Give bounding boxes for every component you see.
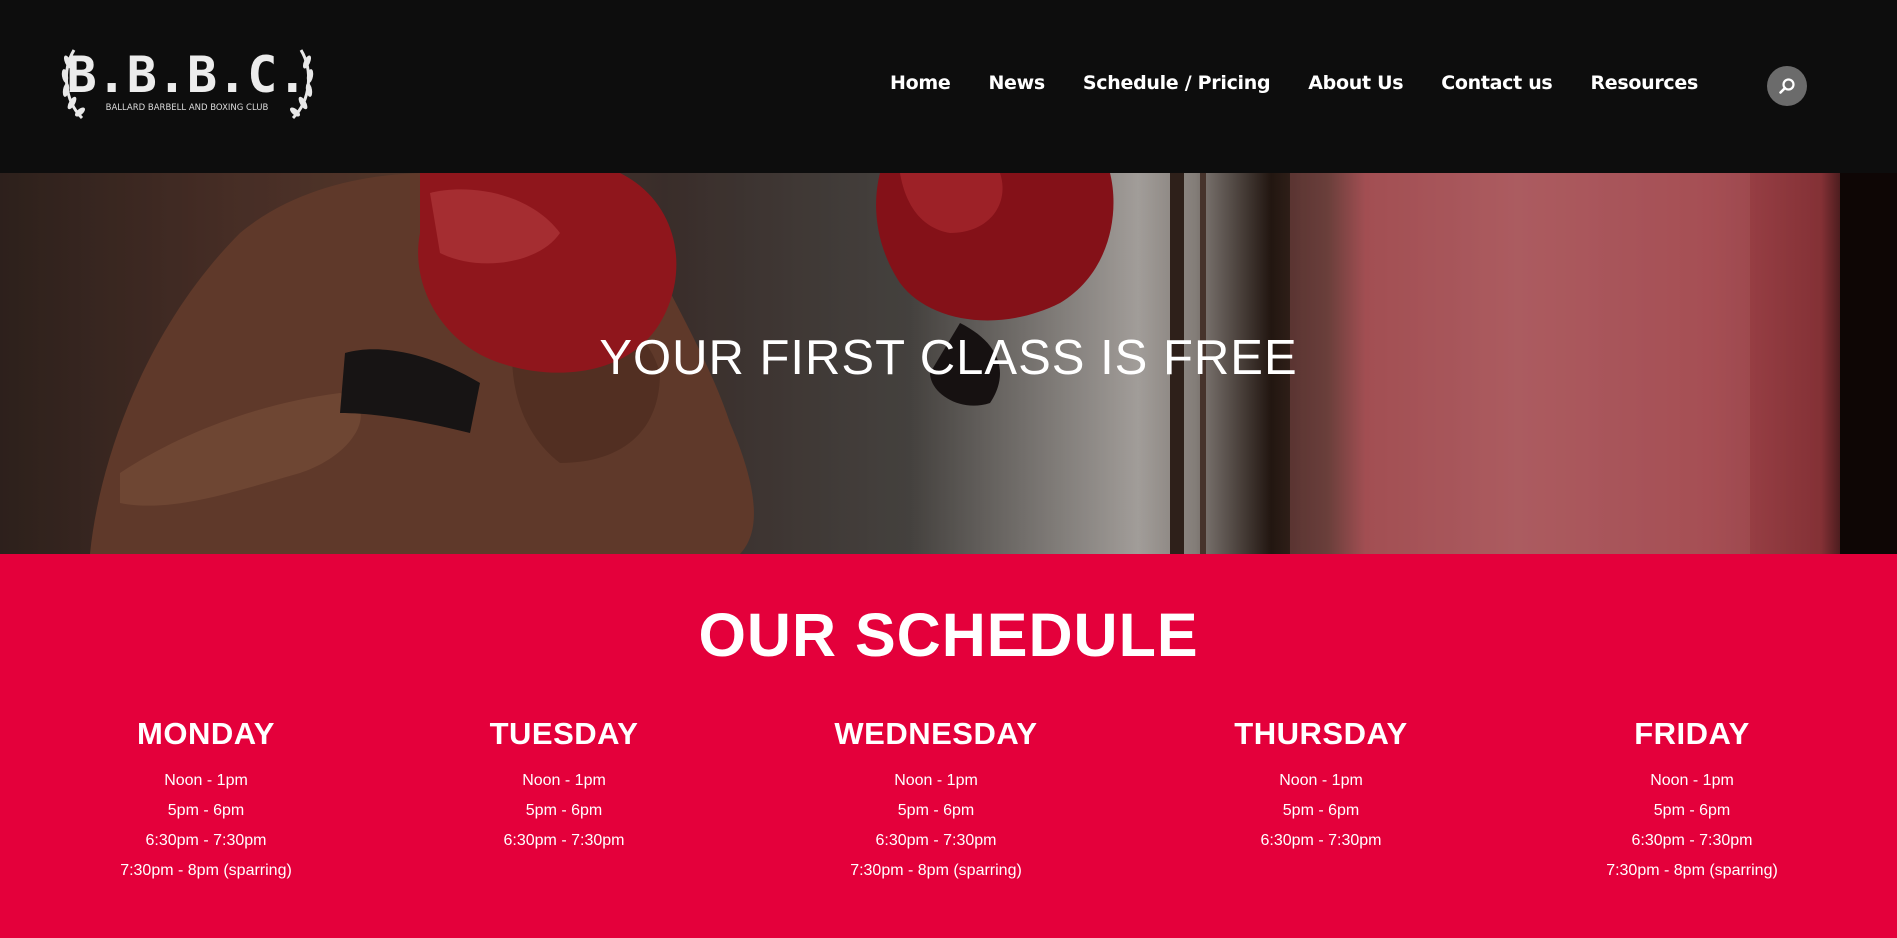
day-title: WEDNESDAY	[834, 716, 1038, 751]
search-icon	[1779, 78, 1795, 94]
nav-about-us[interactable]: About Us	[1308, 72, 1403, 94]
time-slot: Noon - 1pm	[1279, 772, 1363, 789]
day-title: MONDAY	[137, 716, 275, 751]
time-slot: Noon - 1pm	[522, 772, 606, 789]
time-slot: 6:30pm - 7:30pm	[503, 832, 625, 849]
time-slot: 5pm - 6pm	[897, 802, 975, 819]
nav-news[interactable]: News	[988, 72, 1045, 94]
time-slot: Noon - 1pm	[1650, 772, 1734, 789]
nav-contact-us[interactable]: Contact us	[1441, 72, 1553, 94]
hero-banner: YOUR FIRST CLASS IS FREE	[0, 173, 1897, 554]
time-slot: 7:30pm - 8pm (sparring)	[850, 862, 1022, 879]
day-title: TUESDAY	[489, 716, 639, 751]
time-slot: 6:30pm - 7:30pm	[875, 832, 997, 849]
nav-resources[interactable]: Resources	[1590, 72, 1698, 94]
time-slot: Noon - 1pm	[164, 772, 248, 789]
nav-schedule-pricing[interactable]: Schedule / Pricing	[1083, 72, 1271, 94]
time-slot: 6:30pm - 7:30pm	[1631, 832, 1753, 849]
svg-text:BALLARD BARBELL AND BOXING CLU: BALLARD BARBELL AND BOXING CLUB	[106, 103, 269, 113]
search-button[interactable]	[1767, 66, 1807, 106]
time-slot: 5pm - 6pm	[167, 802, 245, 819]
day-wednesday: WEDNESDAY Noon - 1pm 5pm - 6pm 6:30pm - …	[766, 716, 1106, 886]
laurel-logo-icon: B.B.B.C. BALLARD BARBELL AND BOXING CLUB	[61, 46, 314, 120]
day-title: THURSDAY	[1234, 716, 1408, 751]
site-header: B.B.B.C. BALLARD BARBELL AND BOXING CLUB…	[0, 0, 1897, 173]
svg-text:B.B.B.C.: B.B.B.C.	[67, 46, 308, 104]
hero-title: YOUR FIRST CLASS IS FREE	[599, 331, 1298, 385]
day-friday: FRIDAY Noon - 1pm 5pm - 6pm 6:30pm - 7:3…	[1522, 716, 1862, 886]
day-tuesday: TUESDAY Noon - 1pm 5pm - 6pm 6:30pm - 7:…	[394, 716, 734, 856]
time-slot: 7:30pm - 8pm (sparring)	[120, 862, 292, 879]
time-slot: 5pm - 6pm	[525, 802, 603, 819]
time-slot: 5pm - 6pm	[1653, 802, 1731, 819]
time-slot: 6:30pm - 7:30pm	[1260, 832, 1382, 849]
schedule-section: OUR SCHEDULE MONDAY Noon - 1pm 5pm - 6pm…	[0, 554, 1897, 938]
time-slot: 6:30pm - 7:30pm	[145, 832, 267, 849]
day-thursday: THURSDAY Noon - 1pm 5pm - 6pm 6:30pm - 7…	[1151, 716, 1491, 856]
schedule-title: OUR SCHEDULE	[698, 601, 1199, 669]
time-slot: 7:30pm - 8pm (sparring)	[1606, 862, 1778, 879]
main-nav: Home News Schedule / Pricing About Us Co…	[890, 72, 1736, 94]
nav-home[interactable]: Home	[890, 72, 951, 94]
time-slot: Noon - 1pm	[894, 772, 978, 789]
club-logo[interactable]: B.B.B.C. BALLARD BARBELL AND BOXING CLUB	[60, 40, 315, 126]
day-title: FRIDAY	[1634, 716, 1750, 751]
time-slot: 5pm - 6pm	[1282, 802, 1360, 819]
day-monday: MONDAY Noon - 1pm 5pm - 6pm 6:30pm - 7:3…	[36, 716, 376, 886]
